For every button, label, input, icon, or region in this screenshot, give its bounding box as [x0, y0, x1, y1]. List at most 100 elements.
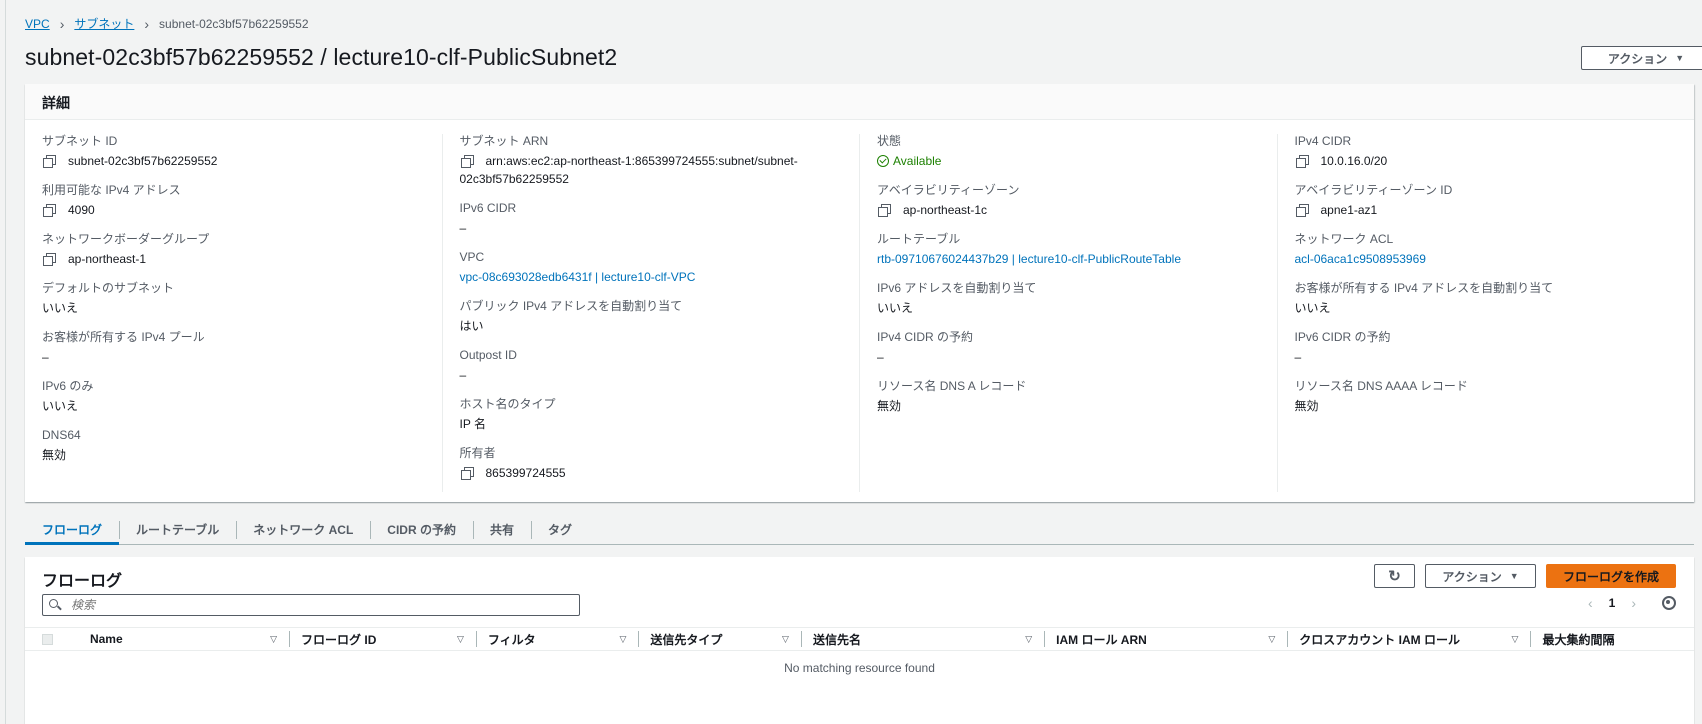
route-table-link[interactable]: rtb-09710676024437b29 | lecture10-clf-Pu… — [877, 250, 1260, 268]
field-subnet-id: サブネット ID subnet-02c3bf57b62259552 — [42, 134, 425, 170]
sort-icon: ▽ — [1268, 633, 1276, 644]
copy-icon[interactable] — [42, 203, 56, 217]
details-column-3: 状態 Available アベイラビリティーゾーン ap-northeast-1… — [860, 134, 1278, 492]
field-value: 無効 — [42, 448, 67, 462]
field-label: IPv4 CIDR の予約 — [877, 330, 974, 344]
tab-cidr-reservations[interactable]: CIDR の予約 — [370, 516, 473, 544]
column-header-iam-role-arn[interactable]: IAM ロール ARN ▽ — [1044, 627, 1287, 651]
field-auto-assign-ipv6: IPv6 アドレスを自動割り当て いいえ — [877, 281, 1260, 317]
field-default-subnet: デフォルトのサブネット いいえ — [42, 281, 425, 317]
breadcrumb-current: subnet-02c3bf57b62259552 — [159, 16, 309, 31]
tab-tags[interactable]: タグ — [530, 516, 589, 544]
field-label: リソース名 DNS AAAA レコード — [1294, 379, 1468, 393]
tab-flow-logs[interactable]: フローログ — [25, 516, 120, 545]
field-hostname-type: ホスト名のタイプ IP 名 — [460, 397, 843, 433]
field-label: IPv6 アドレスを自動割り当て — [877, 281, 1037, 295]
select-all-checkbox[interactable] — [42, 633, 53, 645]
field-label: Outpost ID — [459, 348, 517, 362]
network-acl-link[interactable]: acl-06aca1c9508953969 — [1295, 250, 1678, 268]
chevron-right-icon: › — [59, 15, 65, 32]
field-label: アベイラビリティーゾーン — [877, 183, 1020, 197]
field-label: VPC — [459, 250, 485, 264]
field-label: デフォルトのサブネット — [42, 281, 175, 295]
vpc-link[interactable]: vpc-08c693028edb6431f | lecture10-clf-VP… — [460, 268, 843, 286]
caret-down-icon: ▼ — [1675, 53, 1685, 63]
tab-bar: フローログ ルートテーブル ネットワーク ACL CIDR の予約 共有 タグ — [25, 516, 1694, 545]
search-field — [42, 594, 580, 616]
tab-sharing[interactable]: 共有 — [472, 516, 531, 544]
column-header-destination-name[interactable]: 送信先名 ▽ — [800, 627, 1044, 651]
actions-label: アクション — [1607, 51, 1668, 66]
column-header-cross-account-iam-role[interactable]: クロスアカウント IAM ロール ▽ — [1287, 627, 1530, 651]
copy-icon[interactable] — [42, 252, 56, 266]
actions-label: アクション — [1442, 569, 1502, 584]
field-vpc: VPC vpc-08c693028edb6431f | lecture10-cl… — [460, 250, 843, 286]
field-label: パブリック IPv4 アドレスを自動割り当て — [459, 299, 683, 313]
search-input[interactable] — [71, 598, 551, 612]
empty-table-message: No matching resource found — [784, 661, 935, 675]
field-value: arn:aws:ec2:ap-northeast-1:865399724555:… — [485, 154, 798, 168]
create-flow-log-button[interactable]: フローログを作成 — [1546, 564, 1676, 588]
status-value: Available — [893, 154, 942, 168]
refresh-icon: ↻ — [1388, 568, 1401, 585]
field-available-ipv4: 利用可能な IPv4 アドレス 4090 — [42, 183, 425, 219]
field-label: ネットワーク ACL — [1294, 232, 1394, 246]
field-label: お客様が所有する IPv4 プール — [42, 330, 205, 344]
field-value: ap-northeast-1c — [903, 203, 988, 217]
field-availability-zone: アベイラビリティーゾーン ap-northeast-1c — [877, 183, 1260, 219]
field-value: – — [459, 221, 467, 235]
field-value: – — [459, 368, 467, 382]
field-value: ap-northeast-1 — [68, 252, 147, 266]
flow-logs-title: フローログ — [42, 573, 123, 590]
breadcrumb-subnets-link[interactable]: サブネット — [74, 15, 134, 32]
field-label: お客様が所有する IPv4 アドレスを自動割り当て — [1294, 281, 1554, 295]
refresh-button[interactable]: ↻ — [1374, 564, 1415, 588]
field-label: 利用可能な IPv4 アドレス — [42, 183, 181, 197]
column-header-flow-log-id[interactable]: フローログ ID ▽ — [289, 627, 476, 651]
column-header-destination-type[interactable]: 送信先タイプ ▽ — [638, 627, 801, 651]
copy-icon[interactable] — [1295, 154, 1309, 168]
chevron-left-icon[interactable]: ‹ — [1588, 595, 1593, 611]
copy-icon[interactable] — [460, 466, 474, 480]
field-dns-aaaa-record: リソース名 DNS AAAA レコード 無効 — [1295, 379, 1678, 415]
details-column-4: IPv4 CIDR 10.0.16.0/20 アベイラビリティーゾーン ID a… — [1278, 134, 1695, 492]
column-header-max-aggregation-interval[interactable]: 最大集約間隔 — [1530, 627, 1694, 651]
copy-icon[interactable] — [42, 154, 56, 168]
field-value: はい — [459, 319, 484, 333]
field-value: いいえ — [42, 301, 79, 315]
field-label: サブネット ID — [42, 134, 118, 148]
field-value: 無効 — [1294, 399, 1319, 413]
copy-icon[interactable] — [460, 154, 474, 168]
gear-icon[interactable] — [1662, 596, 1676, 610]
field-value: subnet-02c3bf57b62259552 — [68, 154, 218, 168]
copy-icon[interactable] — [1295, 203, 1309, 217]
main-page: VPC › サブネット › subnet-02c3bf57b62259552 s… — [5, 0, 1702, 724]
field-dns64: DNS64 無効 — [42, 428, 425, 464]
actions-dropdown-button[interactable]: アクション ▼ — [1581, 46, 1702, 70]
page-title: subnet-02c3bf57b62259552 / lecture10-clf… — [25, 44, 618, 70]
sort-icon: ▽ — [1511, 633, 1519, 644]
field-value: 865399724555 — [485, 466, 566, 480]
status-ok-icon — [877, 155, 889, 167]
field-network-border-group: ネットワークボーダーグループ ap-northeast-1 — [42, 232, 425, 268]
tab-network-acl[interactable]: ネットワーク ACL — [236, 516, 370, 544]
tab-route-table[interactable]: ルートテーブル — [119, 516, 236, 544]
title-actions: アクション ▼ — [1581, 46, 1702, 70]
column-header-filter[interactable]: フィルタ ▽ — [475, 627, 639, 651]
field-ipv6-cidr-reservations: IPv6 CIDR の予約 – — [1295, 330, 1678, 366]
breadcrumb-vpc-link[interactable]: VPC — [25, 17, 50, 31]
flow-logs-actions-dropdown[interactable]: アクション ▼ — [1425, 564, 1536, 588]
chevron-right-icon[interactable]: › — [1631, 595, 1636, 611]
page-number[interactable]: 1 — [1609, 596, 1616, 610]
search-icon — [49, 599, 61, 611]
sort-icon: ▽ — [456, 633, 464, 644]
copy-icon[interactable] — [877, 203, 891, 217]
field-route-table: ルートテーブル rtb-09710676024437b29 | lecture1… — [877, 232, 1260, 268]
field-value: – — [1294, 350, 1302, 364]
field-label: IPv6 のみ — [42, 379, 94, 393]
field-value: – — [877, 350, 884, 364]
field-owner: 所有者 865399724555 — [460, 446, 843, 482]
flow-logs-actions: ↻ アクション ▼ フローログを作成 — [1374, 564, 1676, 588]
column-header-name[interactable]: Name ▽ — [78, 627, 289, 651]
breadcrumb: VPC › サブネット › subnet-02c3bf57b62259552 — [25, 15, 309, 32]
